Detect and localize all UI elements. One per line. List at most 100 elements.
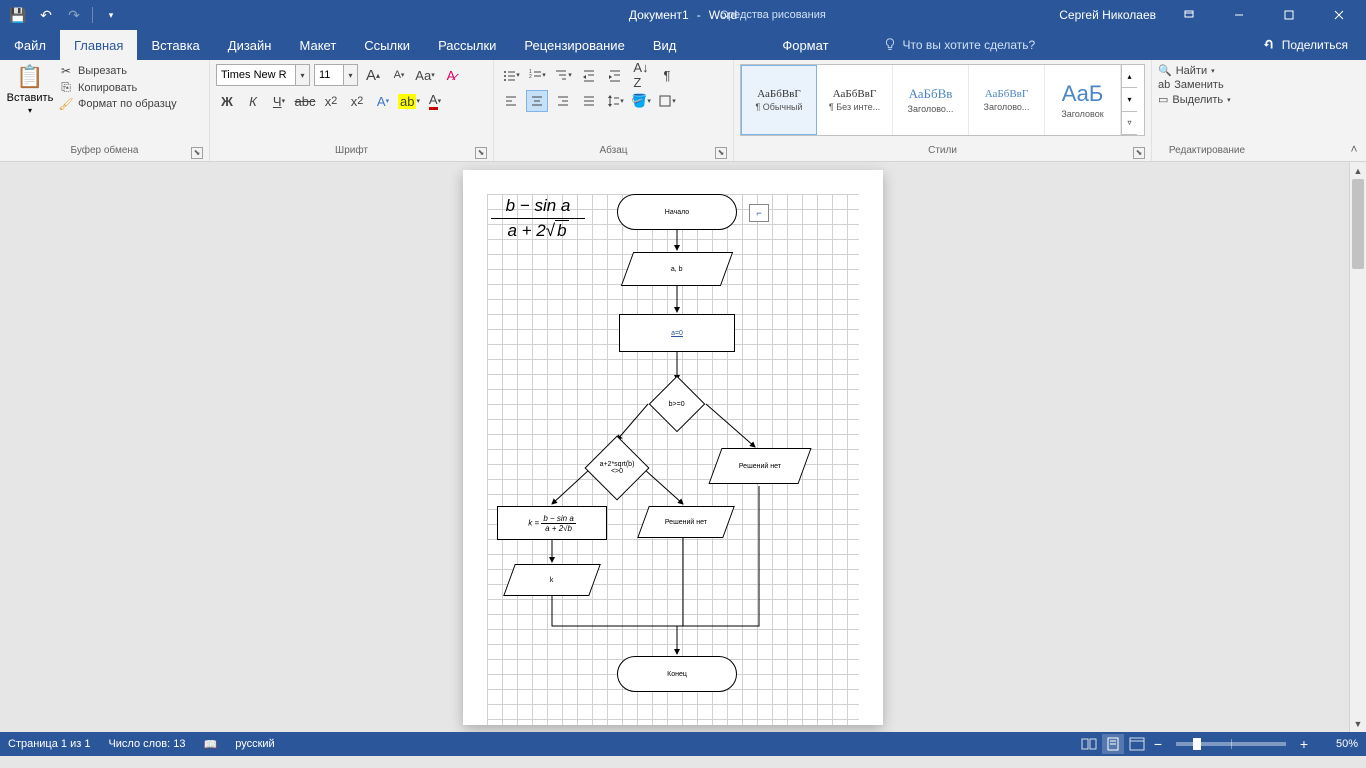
- scroll-up-icon[interactable]: ▲: [1350, 162, 1366, 179]
- style-normal[interactable]: АаБбВвГ¶ Обычный: [741, 65, 817, 135]
- increase-indent-button[interactable]: [604, 64, 626, 86]
- copy-button[interactable]: ⎘Копировать: [58, 80, 177, 95]
- font-name-input[interactable]: [217, 65, 295, 85]
- font-size-input[interactable]: [315, 65, 343, 85]
- tab-review[interactable]: Рецензирование: [510, 30, 638, 60]
- italic-button[interactable]: К: [242, 90, 264, 112]
- underline-button[interactable]: Ч▾: [268, 90, 290, 112]
- status-page[interactable]: Страница 1 из 1: [8, 738, 90, 750]
- font-color-button[interactable]: A▾: [424, 90, 446, 112]
- web-layout-icon[interactable]: [1126, 734, 1148, 754]
- tell-me-input[interactable]: Что вы хотите сделать?: [883, 30, 1036, 60]
- flow-no-solution2[interactable]: Решений нет: [637, 506, 735, 538]
- vertical-scrollbar[interactable]: ▲ ▼: [1349, 162, 1366, 732]
- grow-font-button[interactable]: A▴: [362, 64, 384, 86]
- select-button[interactable]: ▭Выделить▾: [1158, 93, 1256, 106]
- find-button[interactable]: 🔍Найти▾: [1158, 64, 1256, 77]
- chevron-down-icon[interactable]: ▾: [295, 65, 309, 85]
- print-layout-icon[interactable]: [1102, 734, 1124, 754]
- undo-icon[interactable]: ↶: [34, 3, 58, 27]
- clipboard-launcher-icon[interactable]: ⬊: [191, 147, 203, 159]
- line-spacing-button[interactable]: ▾: [604, 90, 626, 112]
- zoom-slider[interactable]: [1176, 742, 1286, 746]
- minimize-icon[interactable]: [1216, 0, 1262, 30]
- flow-decision2[interactable]: a+2*sqrt(b)<>0: [584, 435, 649, 500]
- shading-button[interactable]: 🪣▾: [630, 90, 652, 112]
- flow-decision1[interactable]: b>=0: [649, 376, 706, 433]
- collapse-ribbon-icon[interactable]: ˄: [1346, 141, 1362, 157]
- tab-layout[interactable]: Макет: [285, 30, 350, 60]
- ribbon-opts-icon[interactable]: [1166, 0, 1212, 30]
- flow-output[interactable]: k: [503, 564, 601, 596]
- change-case-button[interactable]: Aa▾: [414, 64, 436, 86]
- clear-format-button[interactable]: A̷: [440, 64, 462, 86]
- highlight-button[interactable]: ab▾: [398, 90, 420, 112]
- status-words[interactable]: Число слов: 13: [108, 738, 185, 750]
- styles-gallery[interactable]: АаБбВвГ¶ Обычный АаБбВвГ¶ Без инте... Аа…: [740, 64, 1145, 136]
- replace-button[interactable]: abЗаменить: [1158, 79, 1256, 91]
- style-title[interactable]: АаБЗаголовок: [1045, 65, 1121, 135]
- align-center-button[interactable]: [526, 90, 548, 112]
- redo-icon[interactable]: ↷: [62, 3, 86, 27]
- flowchart-canvas[interactable]: Начало a, b a=0 b>=0 a+2*sqrt(b)<>0 Реше…: [487, 194, 859, 725]
- tab-format[interactable]: Формат: [768, 30, 842, 60]
- font-name-combo[interactable]: ▾: [216, 64, 310, 86]
- scroll-thumb[interactable]: [1352, 179, 1364, 269]
- font-size-combo[interactable]: ▾: [314, 64, 358, 86]
- status-proofing-icon[interactable]: 📖: [204, 738, 218, 751]
- zoom-thumb[interactable]: [1193, 738, 1201, 750]
- paste-button[interactable]: 📋 Вставить ▾: [6, 64, 54, 115]
- status-language[interactable]: русский: [235, 738, 274, 750]
- gallery-up-icon[interactable]: ▴: [1122, 65, 1137, 88]
- share-button[interactable]: Поделиться: [1244, 30, 1366, 60]
- document-page[interactable]: b − sin a a + 2b ⎈ ⌐: [463, 170, 883, 725]
- save-icon[interactable]: 💾: [6, 3, 30, 27]
- borders-button[interactable]: ▾: [656, 90, 678, 112]
- tab-insert[interactable]: Вставка: [137, 30, 213, 60]
- subscript-button[interactable]: x2: [320, 90, 342, 112]
- maximize-icon[interactable]: [1266, 0, 1312, 30]
- gallery-down-icon[interactable]: ▾: [1122, 88, 1137, 111]
- show-marks-button[interactable]: ¶: [656, 64, 678, 86]
- numbering-button[interactable]: 12▾: [526, 64, 548, 86]
- superscript-button[interactable]: x2: [346, 90, 368, 112]
- style-heading1[interactable]: АаБбВвЗаголово...: [893, 65, 969, 135]
- decrease-indent-button[interactable]: [578, 64, 600, 86]
- tab-references[interactable]: Ссылки: [350, 30, 424, 60]
- read-mode-icon[interactable]: [1078, 734, 1100, 754]
- zoom-out-button[interactable]: −: [1150, 736, 1166, 752]
- flow-input[interactable]: a, b: [621, 252, 733, 286]
- zoom-level[interactable]: 50%: [1314, 738, 1358, 750]
- text-effects-button[interactable]: A▾: [372, 90, 394, 112]
- sort-button[interactable]: A↓Z: [630, 64, 652, 86]
- justify-button[interactable]: [578, 90, 600, 112]
- flow-no-solution1[interactable]: Решений нет: [708, 448, 811, 484]
- flow-start[interactable]: Начало: [617, 194, 737, 230]
- style-heading2[interactable]: АаБбВвГЗаголово...: [969, 65, 1045, 135]
- bold-button[interactable]: Ж: [216, 90, 238, 112]
- font-launcher-icon[interactable]: ⬊: [475, 147, 487, 159]
- tab-design[interactable]: Дизайн: [214, 30, 286, 60]
- shrink-font-button[interactable]: A▾: [388, 64, 410, 86]
- tab-mailings[interactable]: Рассылки: [424, 30, 510, 60]
- style-no-spacing[interactable]: АаБбВвГ¶ Без инте...: [817, 65, 893, 135]
- scroll-down-icon[interactable]: ▼: [1350, 715, 1366, 732]
- paragraph-launcher-icon[interactable]: ⬊: [715, 147, 727, 159]
- chevron-down-icon[interactable]: ▾: [343, 65, 357, 85]
- zoom-in-button[interactable]: +: [1296, 736, 1312, 752]
- flow-process1[interactable]: a=0: [619, 314, 735, 352]
- tab-view[interactable]: Вид: [639, 30, 691, 60]
- close-icon[interactable]: [1316, 0, 1362, 30]
- align-left-button[interactable]: [500, 90, 522, 112]
- tab-file[interactable]: Файл: [0, 30, 60, 60]
- flow-end[interactable]: Конец: [617, 656, 737, 692]
- bullets-button[interactable]: ▾: [500, 64, 522, 86]
- cut-button[interactable]: ✂Вырезать: [58, 64, 177, 78]
- strikethrough-button[interactable]: abc: [294, 90, 316, 112]
- align-right-button[interactable]: [552, 90, 574, 112]
- gallery-more-icon[interactable]: ▿: [1122, 112, 1137, 135]
- styles-launcher-icon[interactable]: ⬊: [1133, 147, 1145, 159]
- format-painter-button[interactable]: 🖌Формат по образцу: [58, 97, 177, 111]
- qat-dropdown-icon[interactable]: ▾: [99, 3, 123, 27]
- flow-process2[interactable]: k = b − sin aa + 2√b: [497, 506, 607, 540]
